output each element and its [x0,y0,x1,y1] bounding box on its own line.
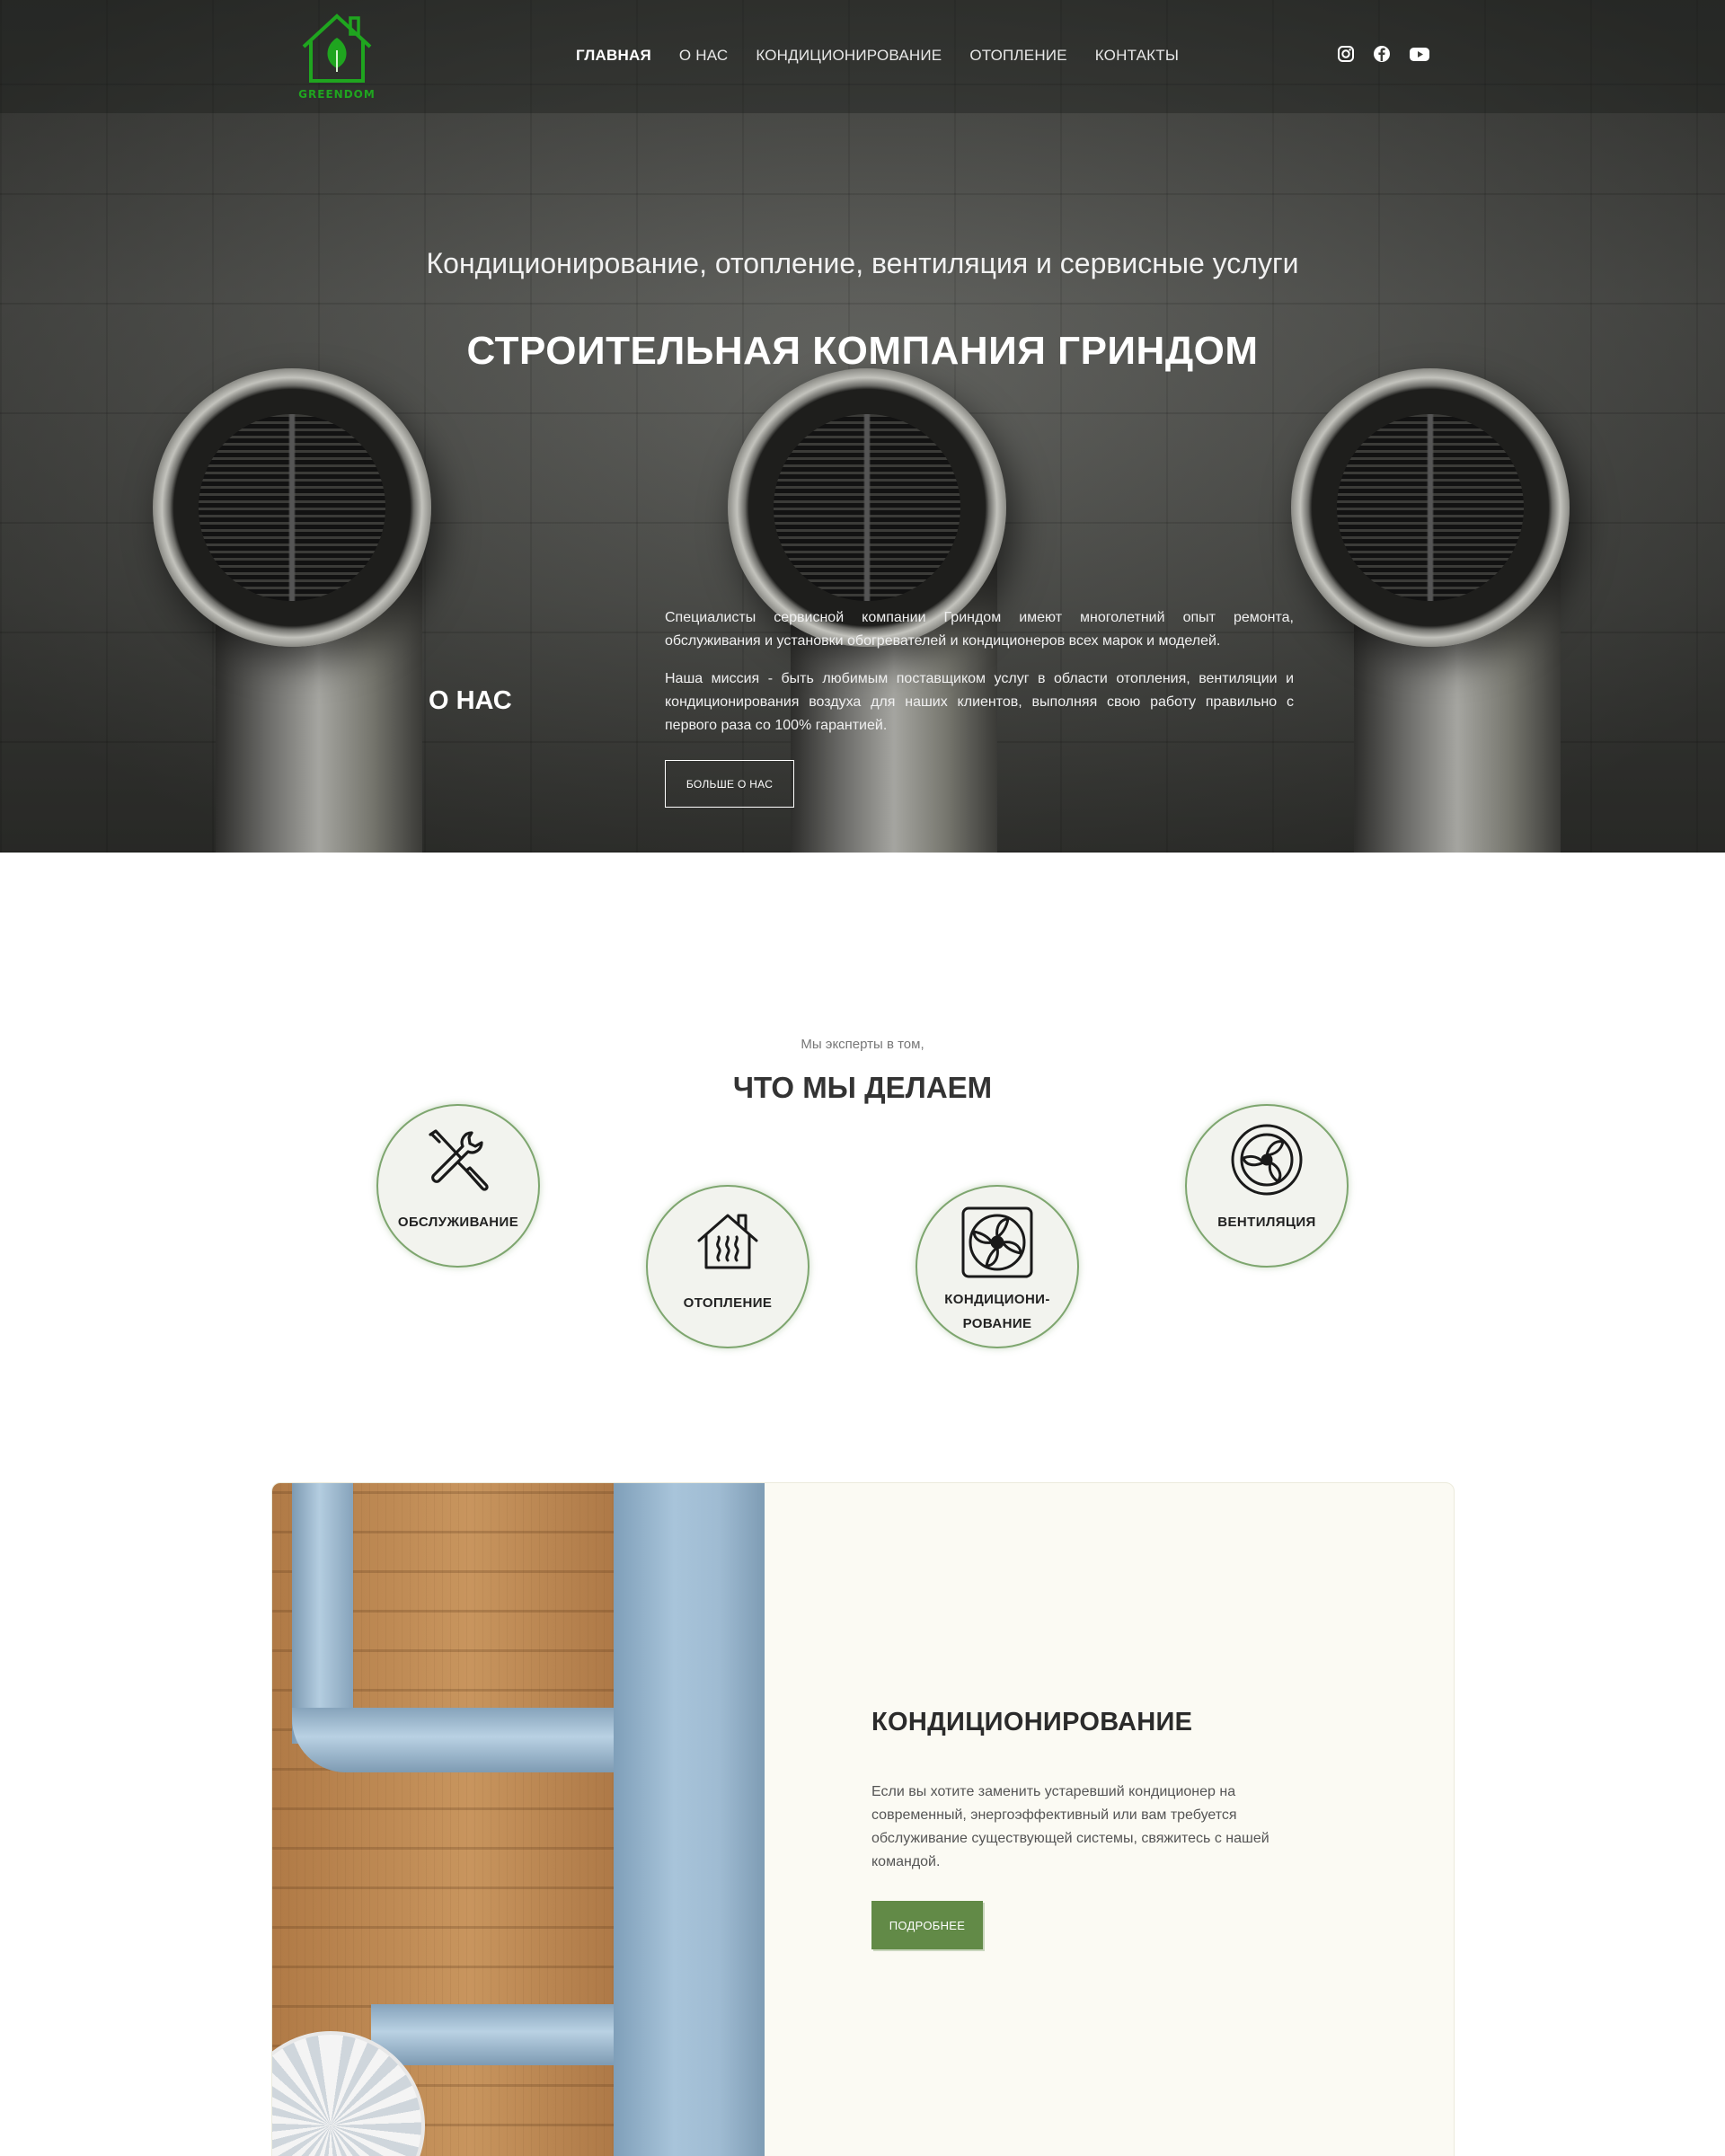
nav-item-about[interactable]: О НАС [679,47,728,65]
services-title: ЧТО МЫ ДЕЛАЕМ [732,1071,993,1104]
facebook-icon[interactable] [1373,45,1391,63]
nav-item-home[interactable]: ГЛАВНАЯ [576,47,651,65]
service-label-line-1: КОНДИЦИОНИ- [944,1292,1050,1307]
about-heading: О НАС [429,686,512,715]
service-label: КОНДИЦИОНИ- РОВАНИЕ [917,1287,1077,1336]
feature-card-air-conditioning: КОНДИЦИОНИРОВАНИЕ Если вы хотите заменит… [271,1482,1455,2156]
about-paragraph-1: Специалисты сервисной компании Гриндом и… [665,610,1294,649]
ac-fan-icon [961,1206,1033,1278]
social-links [1337,45,1430,63]
service-air-conditioning[interactable]: КОНДИЦИОНИ- РОВАНИЕ [916,1185,1079,1348]
service-maintenance[interactable]: ОБСЛУЖИВАНИЕ [376,1104,540,1268]
hero-title: СТРОИТЕЛЬНАЯ КОМПАНИЯ ГРИНДОМ [466,329,1259,373]
top-navbar: GREENDOM ГЛАВНАЯ О НАС КОНДИЦИОНИРОВАНИЕ… [0,0,1725,113]
ventilation-fan-icon [1231,1124,1303,1196]
more-about-button[interactable]: БОЛЬШЕ О НАС [665,760,794,808]
feature-text: Если вы хотите заменить устаревший конди… [871,1784,1269,1869]
service-label: ВЕНТИЛЯЦИЯ [1217,1215,1316,1230]
services-kicker: Мы эксперты в том, [801,1037,924,1052]
nav-item-heating[interactable]: ОТОПЛЕНИЕ [969,47,1066,65]
greendom-logo[interactable]: GREENDOM [296,9,377,102]
service-label-line-2: РОВАНИЕ [962,1316,1032,1331]
service-label: ОТОПЛЕНИЕ [683,1295,773,1311]
service-ventilation[interactable]: ВЕНТИЛЯЦИЯ [1185,1104,1349,1268]
hero-section: GREENDOM ГЛАВНАЯ О НАС КОНДИЦИОНИРОВАНИЕ… [0,0,1725,853]
youtube-icon[interactable] [1409,45,1430,63]
hero-subtitle: Кондиционирование, отопление, вентиляция… [426,247,1299,279]
instagram-icon[interactable] [1337,45,1355,63]
nav-item-contacts[interactable]: КОНТАКТЫ [1095,47,1179,65]
details-button[interactable]: ПОДРОБНЕЕ [871,1901,983,1949]
service-label: ОБСЛУЖИВАНИЕ [397,1215,519,1230]
nav-item-air-conditioning[interactable]: КОНДИЦИОНИРОВАНИЕ [756,47,942,65]
house-leaf-logo-icon [302,13,372,83]
about-paragraph-2: Наша миссия - быть любимым поставщиком у… [665,671,1294,733]
ducts-photo [272,1483,765,2156]
tools-icon [429,1129,489,1191]
house-heating-icon [697,1214,758,1269]
service-heating[interactable]: ОТОПЛЕНИЕ [646,1185,809,1348]
main-menu: ГЛАВНАЯ О НАС КОНДИЦИОНИРОВАНИЕ ОТОПЛЕНИ… [576,47,1179,65]
about-text: Специалисты сервисной компании Гриндом и… [665,606,1294,738]
feature-title: КОНДИЦИОНИРОВАНИЕ [871,1708,1193,1736]
logo-text: GREENDOM [298,88,376,101]
